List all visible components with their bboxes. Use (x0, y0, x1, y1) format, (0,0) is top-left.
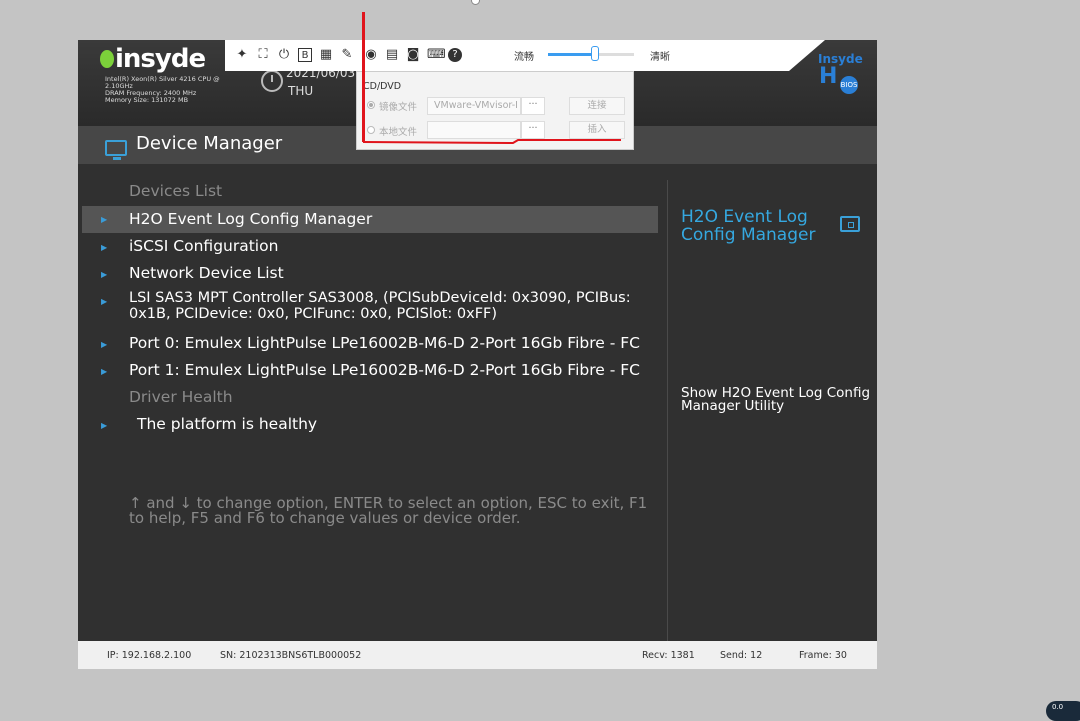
quality-slider-fill (548, 53, 596, 56)
local-file-radio[interactable] (367, 126, 375, 134)
monitor-icon (105, 140, 127, 160)
quality-slider[interactable] (548, 46, 634, 61)
power-icon[interactable]: ⏻ (277, 48, 291, 62)
menu-item-label: The platform is healthy (137, 415, 318, 433)
local-browse-button[interactable]: ··· (521, 121, 545, 139)
image-file-field[interactable]: VMware-VMvisor-I (427, 97, 521, 115)
image-file-radio[interactable] (367, 101, 375, 109)
menu-item-label-line2: 0x1B, PCIDevice: 0x0, PCIFunc: 0x0, PCIS… (129, 306, 498, 322)
keyboard-shortcut-icon[interactable]: ▦ (319, 48, 333, 62)
h2o-bios-logo: Insyde H BIOS (814, 50, 869, 95)
red-annotation-underline (363, 139, 621, 144)
floppy-icon[interactable]: ▤ (385, 48, 399, 62)
section-driver-health: Driver Health (129, 388, 233, 406)
cd-icon[interactable]: ◉ (364, 48, 378, 62)
clock-icon (261, 70, 283, 92)
help-panel-description: Show H2O Event Log Config Manager Utilit… (681, 385, 871, 414)
image-browse-button[interactable]: ··· (521, 97, 545, 115)
arrow-right-icon: ▶ (101, 270, 108, 279)
ip-address: IP: 192.168.2.100 (107, 650, 192, 661)
quality-slider-thumb[interactable] (591, 46, 600, 61)
connect-button[interactable]: 连接 (569, 97, 625, 115)
drag-handle[interactable] (471, 0, 480, 5)
pin-icon[interactable]: ✦ (235, 48, 249, 62)
menu-item-network-device-list[interactable]: ▶ Network Device List (82, 261, 658, 287)
quality-clear-label: 清晰 (650, 52, 670, 63)
arrow-right-icon: ▶ (101, 243, 108, 252)
page-title: Device Manager (136, 133, 283, 154)
memory-info-line: Memory Size: 131072 MB (105, 96, 189, 104)
system-info: Intel(R) Xeon(R) Silver 4216 CPU @ 2.10G… (105, 76, 245, 104)
image-file-label: 镜像文件 (379, 102, 418, 113)
arrow-right-icon: ▶ (101, 297, 108, 306)
mouse-icon[interactable]: ✎ (340, 48, 354, 62)
arrow-right-icon: ▶ (101, 340, 108, 349)
send-count: Send: 12 (720, 650, 763, 661)
fullscreen-icon[interactable]: ⛶ (256, 48, 270, 62)
local-file-field[interactable] (427, 121, 521, 139)
boot-icon[interactable]: B (298, 48, 312, 62)
arrow-right-icon: ▶ (101, 367, 108, 376)
menu-item-port-0[interactable]: ▶ Port 0: Emulex LightPulse LPe16002B-M6… (82, 331, 658, 357)
menu-item-label: H2O Event Log Config Manager (129, 210, 373, 228)
menu-item-port-1[interactable]: ▶ Port 1: Emulex LightPulse LPe16002B-M6… (82, 358, 658, 384)
help-icon[interactable]: ? (448, 48, 462, 62)
arrow-right-icon: ▶ (101, 421, 108, 430)
arrow-right-icon: ▶ (101, 215, 108, 224)
status-bar: IP: 192.168.2.100 SN: 2102313BNS6TLB0000… (78, 641, 877, 669)
menu-item-label: Port 0: Emulex LightPulse LPe16002B-M6-D… (129, 334, 640, 352)
frame-rate: Frame: 30 (799, 650, 847, 661)
virtual-keyboard-icon[interactable]: ⌨ (427, 48, 446, 62)
quality-smooth-label: 流畅 (514, 52, 534, 63)
menu-item-iscsi[interactable]: ▶ iSCSI Configuration (82, 234, 658, 260)
day-text: THU (288, 84, 314, 98)
config-icon (840, 216, 860, 232)
cd-dvd-title: CD/DVD (363, 81, 402, 92)
red-annotation-line (362, 12, 365, 142)
insyde-logo: insyde (100, 44, 206, 74)
record-icon[interactable]: ◙ (406, 48, 420, 62)
menu-item-h2o-event-log[interactable]: ▶ H2O Event Log Config Manager (82, 206, 658, 233)
corner-badge: 0.0 (1046, 701, 1080, 721)
recv-count: Recv: 1381 (642, 650, 695, 661)
help-panel-title: H2O Event Log Config Manager (681, 207, 816, 245)
local-file-label: 本地文件 (379, 127, 418, 138)
insert-button[interactable]: 插入 (569, 121, 625, 139)
help-text: ↑ and ↓ to change option, ENTER to selec… (129, 494, 648, 527)
section-devices-list: Devices List (129, 182, 223, 200)
menu-item-lsi-sas3[interactable]: ▶ LSI SAS3 MPT Controller SAS3008, (PCIS… (82, 288, 658, 330)
menu-item-label: Network Device List (129, 264, 284, 282)
menu-item-label: LSI SAS3 MPT Controller SAS3008, (PCISub… (129, 290, 631, 306)
menu-item-label: Port 1: Emulex LightPulse LPe16002B-M6-D… (129, 361, 640, 379)
menu-item-platform-healthy[interactable]: ▶ The platform is healthy (82, 412, 658, 438)
serial-number: SN: 2102313BNS6TLB000052 (220, 650, 362, 661)
remote-console-toolbar: ✦ ⛶ ⏻ B ▦ ✎ ◉ ▤ ◙ ⌨ ? 流畅 清晰 (225, 40, 825, 71)
panel-divider (667, 180, 668, 641)
menu-item-label: iSCSI Configuration (129, 237, 279, 255)
